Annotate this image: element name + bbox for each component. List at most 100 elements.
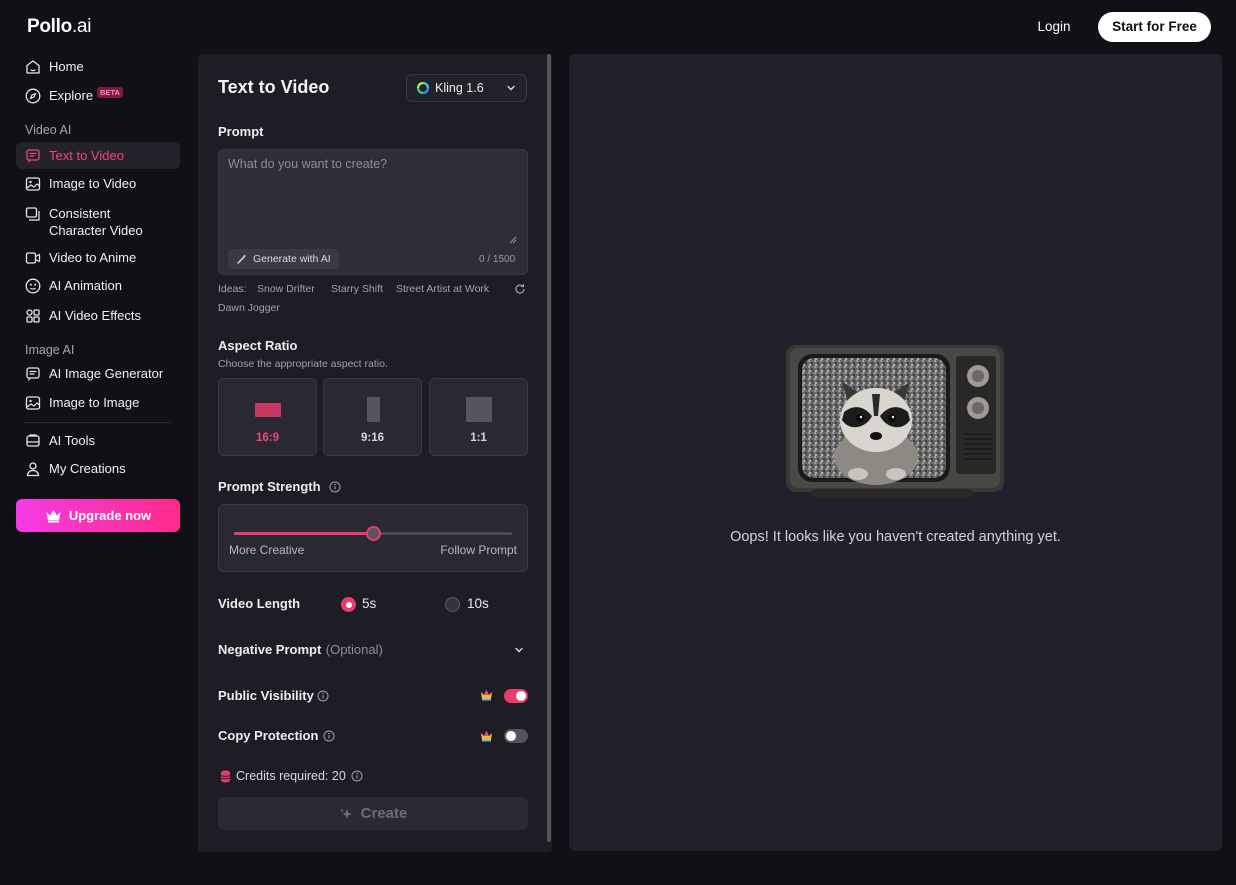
- sidebar-item-ai-animation[interactable]: AI Animation: [16, 272, 180, 299]
- sidebar-label: Video to Anime: [49, 250, 137, 265]
- generate-with-ai-button[interactable]: Generate with AI: [228, 249, 339, 269]
- sidebar-item-image-to-video[interactable]: Image to Video: [16, 170, 180, 197]
- sidebar-label: Consistent Character Video: [49, 206, 143, 238]
- empty-state-tv-illustration: [786, 345, 1004, 497]
- panel-scrollbar[interactable]: [547, 54, 551, 842]
- home-icon: [26, 59, 40, 74]
- slider-min-label: More Creative: [229, 543, 305, 557]
- pollo-logo[interactable]: Pollo.ai: [27, 16, 91, 38]
- slider-handle[interactable]: [365, 526, 381, 541]
- sparkle-icon: [339, 808, 352, 819]
- refresh-icon[interactable]: [514, 283, 526, 295]
- aspect-ratio-label: Aspect Ratio: [218, 338, 298, 353]
- sidebar-label: Image to Image: [49, 395, 140, 410]
- info-icon[interactable]: [323, 730, 335, 742]
- sidebar-item-ai-image-generator[interactable]: AI Image Generator: [16, 360, 180, 387]
- ideas-label: Ideas:: [218, 283, 247, 295]
- sidebar-item-home[interactable]: Home: [16, 53, 180, 80]
- copy-protection-toggle[interactable]: [504, 729, 528, 743]
- chevron-down-icon: [507, 85, 515, 91]
- ratio-preview-shape: [255, 403, 281, 417]
- sidebar-label: Image to Video: [49, 176, 137, 191]
- aspect-ratio-hint: Choose the appropriate aspect ratio.: [218, 358, 388, 370]
- sidebar-item-explore[interactable]: Explore BETA: [16, 82, 180, 109]
- model-select[interactable]: Kling 1.6: [406, 74, 527, 102]
- public-visibility-toggle[interactable]: [504, 689, 528, 703]
- prompt-strength-label: Prompt Strength: [218, 479, 321, 494]
- prompt-strength-slider-box: More Creative Follow Prompt: [218, 504, 528, 572]
- aspect-16-9-option[interactable]: 16:9: [218, 378, 317, 456]
- model-value: Kling 1.6: [435, 81, 484, 95]
- prompt-input[interactable]: [219, 150, 527, 242]
- image-generator-icon: [26, 366, 40, 381]
- length-5s-radio[interactable]: [341, 597, 356, 612]
- sidebar-label: AI Tools: [49, 433, 96, 448]
- beta-badge: BETA: [97, 87, 123, 98]
- start-for-free-button[interactable]: Start for Free: [1098, 12, 1211, 42]
- crown-icon: [46, 510, 61, 523]
- info-icon[interactable]: [329, 481, 341, 493]
- sidebar-label: AI Video Effects: [49, 308, 142, 323]
- sidebar-item-ai-video-effects[interactable]: AI Video Effects: [16, 302, 180, 329]
- empty-state-message: Oops! It looks like you haven't created …: [730, 529, 1061, 545]
- sidebar-label: My Creations: [49, 461, 126, 476]
- length-option-label: 10s: [467, 596, 489, 611]
- effects-grid-icon: [26, 308, 40, 323]
- aspect-1-1-option[interactable]: 1:1: [429, 378, 528, 456]
- tools-box-icon: [26, 433, 40, 447]
- idea-chip[interactable]: Snow Drifter: [257, 283, 315, 295]
- sidebar-label: Text to Video: [49, 148, 124, 163]
- idea-chip[interactable]: Street Artist at Work: [396, 283, 489, 295]
- section-title-image-ai: Image AI: [25, 343, 75, 357]
- prompt-label: Prompt: [218, 124, 264, 139]
- video-length-label: Video Length: [218, 596, 301, 611]
- text-video-icon: [26, 148, 40, 163]
- character-video-icon: [25, 207, 40, 221]
- slider-max-label: Follow Prompt: [440, 543, 517, 557]
- negative-prompt-toggle[interactable]: Negative Prompt (Optional): [218, 641, 528, 659]
- prompt-box: Generate with AI 0 / 1500: [218, 149, 528, 275]
- aspect-9-16-option[interactable]: 9:16: [323, 378, 422, 456]
- user-icon: [26, 461, 40, 476]
- length-10s-radio[interactable]: [445, 597, 460, 612]
- sidebar-item-image-to-image[interactable]: Image to Image: [16, 389, 180, 416]
- ratio-preview-shape: [367, 397, 380, 422]
- sidebar-divider: [24, 422, 171, 423]
- magic-wand-icon: [237, 254, 246, 264]
- idea-chip[interactable]: Starry Shift: [331, 283, 383, 295]
- copy-protection-label: Copy Protection: [218, 728, 319, 743]
- sidebar-item-text-to-video[interactable]: Text to Video: [16, 142, 180, 169]
- resize-grip-icon[interactable]: [509, 236, 517, 244]
- login-button[interactable]: Login: [1024, 12, 1084, 41]
- public-visibility-label: Public Visibility: [218, 688, 314, 703]
- credits-required: Credits required: 20: [220, 769, 363, 783]
- section-title-video-ai: Video AI: [25, 123, 72, 137]
- video-anime-icon: [25, 251, 41, 264]
- sidebar-item-consistent-character-video[interactable]: Consistent Character Video: [16, 202, 180, 242]
- info-icon[interactable]: [317, 690, 329, 702]
- sidebar-item-video-to-anime[interactable]: Video to Anime: [16, 244, 180, 271]
- info-icon[interactable]: [351, 770, 363, 782]
- sidebar-label: Home: [49, 59, 84, 74]
- character-counter: 0 / 1500: [479, 254, 516, 265]
- sidebar-item-my-creations[interactable]: My Creations: [16, 455, 180, 482]
- compass-icon: [25, 88, 41, 103]
- premium-crown-icon: [481, 690, 492, 701]
- slider-fill: [234, 532, 373, 535]
- kling-logo-icon: [417, 82, 429, 94]
- create-button[interactable]: Create: [218, 797, 528, 830]
- animation-face-icon: [25, 278, 41, 293]
- sidebar-label: Explore: [49, 88, 94, 103]
- idea-chip[interactable]: Dawn Jogger: [218, 302, 280, 314]
- upgrade-now-button[interactable]: Upgrade now: [16, 499, 180, 532]
- premium-crown-icon: [481, 731, 492, 742]
- page-title: Text to Video: [218, 77, 330, 97]
- chevron-down-icon: [515, 647, 523, 653]
- sidebar-item-ai-tools[interactable]: AI Tools: [16, 427, 180, 454]
- image-video-icon: [25, 176, 41, 191]
- sidebar-label: AI Animation: [49, 278, 122, 293]
- sidebar-label: AI Image Generator: [49, 366, 164, 381]
- ratio-preview-shape: [466, 397, 492, 422]
- credits-coin-icon: [220, 770, 231, 782]
- image-image-icon: [25, 395, 41, 410]
